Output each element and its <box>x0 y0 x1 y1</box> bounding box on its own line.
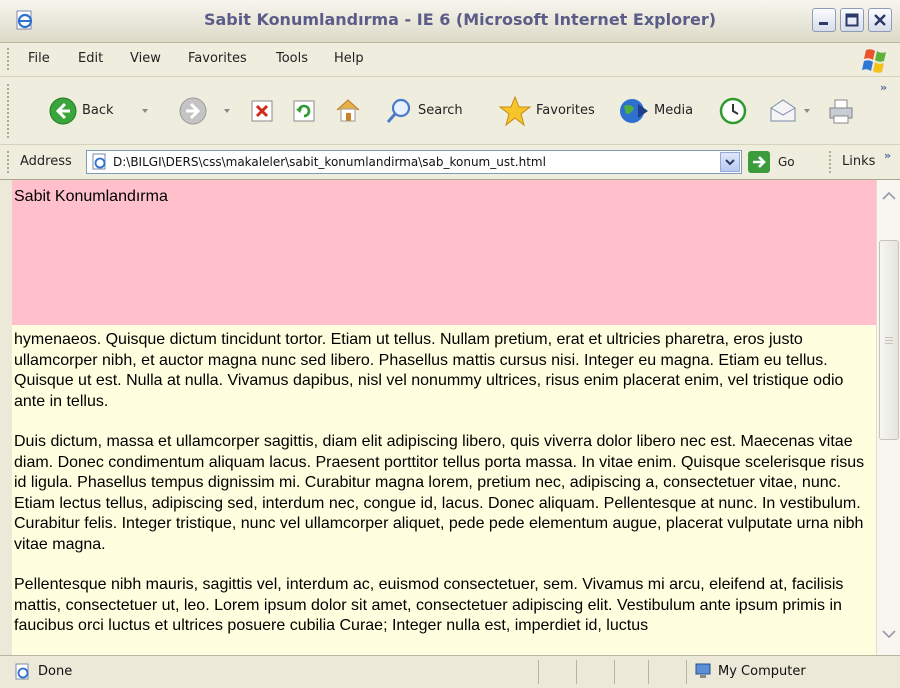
menu-view[interactable]: View <box>130 51 161 66</box>
back-label: Back <box>82 103 114 118</box>
menu-help[interactable]: Help <box>334 51 364 66</box>
scroll-up-icon[interactable] <box>881 188 897 204</box>
stop-icon <box>251 100 273 121</box>
page-content: hymenaeos. Quisque dictum tincidunt tort… <box>12 180 876 655</box>
menu-tools[interactable]: Tools <box>276 51 308 66</box>
home-button[interactable] <box>334 77 362 144</box>
forward-arrow-icon <box>179 97 207 124</box>
address-grip[interactable] <box>6 150 10 174</box>
page-icon <box>92 153 106 170</box>
security-zone: My Computer <box>718 664 806 679</box>
refresh-icon <box>293 100 315 121</box>
status-text: Done <box>38 664 73 679</box>
history-button[interactable] <box>718 77 748 144</box>
scroll-down-icon[interactable] <box>881 626 897 642</box>
home-icon <box>336 98 360 121</box>
search-icon <box>386 98 411 123</box>
favorites-button[interactable]: Favorites <box>498 77 595 144</box>
client-left-edge <box>0 180 12 655</box>
page-body: hymenaeos. Quisque dictum tincidunt tort… <box>14 330 874 655</box>
print-button[interactable] <box>826 77 856 144</box>
scroll-grip <box>885 337 893 338</box>
menu-favorites[interactable]: Favorites <box>188 51 247 66</box>
status-divider <box>538 660 539 684</box>
title-bar[interactable]: Sabit Konumlandırma - IE 6 (Microsoft In… <box>0 0 900 43</box>
favorites-star-icon <box>498 95 532 126</box>
address-dropdown-button[interactable] <box>720 152 740 172</box>
media-label: Media <box>654 103 694 118</box>
refresh-button[interactable] <box>292 77 316 144</box>
media-globe-icon <box>620 98 648 123</box>
favorites-label: Favorites <box>536 103 595 118</box>
paragraph: hymenaeos. Quisque dictum tincidunt tort… <box>14 331 844 410</box>
status-divider <box>648 660 649 684</box>
maximize-icon <box>845 13 859 27</box>
done-page-icon <box>15 663 29 680</box>
address-bar: Address D:\BILGI\DERS\css\makaleler\sabi… <box>0 145 900 180</box>
status-divider <box>614 660 615 684</box>
maximize-button[interactable] <box>840 8 864 32</box>
links-chevron-icon[interactable]: » <box>884 149 891 162</box>
go-button[interactable] <box>748 151 770 173</box>
my-computer-icon <box>695 663 711 678</box>
vertical-scrollbar[interactable] <box>876 180 900 655</box>
go-arrow-icon <box>753 156 766 168</box>
close-icon <box>874 14 886 26</box>
menu-grip[interactable] <box>6 47 10 72</box>
paragraph: Duis dictum, massa et ullamcorper sagitt… <box>14 433 865 553</box>
toolbar-grip[interactable] <box>6 83 10 139</box>
menu-edit[interactable]: Edit <box>78 51 103 66</box>
go-label[interactable]: Go <box>778 155 795 169</box>
toolbar-chevron-icon[interactable]: » <box>880 81 887 94</box>
chevron-down-icon <box>725 159 735 166</box>
scroll-thumb[interactable] <box>879 240 899 440</box>
address-input[interactable]: D:\BILGI\DERS\css\makaleler\sabit_konuml… <box>86 150 742 174</box>
minimize-icon <box>819 22 828 25</box>
history-clock-icon <box>719 97 747 124</box>
windows-logo-icon <box>862 49 886 73</box>
fixed-header-title: Sabit Konumlandırma <box>14 188 168 205</box>
minimize-button[interactable] <box>812 8 836 32</box>
stop-button[interactable] <box>250 77 274 144</box>
back-arrow-icon <box>49 97 77 124</box>
menu-file[interactable]: File <box>28 51 50 66</box>
status-bar: Done My Computer <box>0 655 900 688</box>
links-label[interactable]: Links <box>842 154 875 169</box>
back-button[interactable]: Back <box>48 77 114 144</box>
links-grip[interactable] <box>828 150 832 174</box>
mail-icon <box>770 98 796 121</box>
forward-dropdown-icon[interactable] <box>224 109 230 113</box>
mail-button[interactable] <box>768 77 798 144</box>
ie-window: Sabit Konumlandırma - IE 6 (Microsoft In… <box>0 0 900 688</box>
fixed-header: Sabit Konumlandırma <box>12 180 876 325</box>
media-button[interactable]: Media <box>618 77 693 144</box>
paragraph: Pellentesque nibh mauris, sagittis vel, … <box>14 576 844 634</box>
close-button[interactable] <box>868 8 892 32</box>
status-divider <box>576 660 577 684</box>
standard-toolbar: » Back Search Favorites Media <box>0 77 900 145</box>
window-title: Sabit Konumlandırma - IE 6 (Microsoft In… <box>203 10 717 29</box>
address-url[interactable]: D:\BILGI\DERS\css\makaleler\sabit_konuml… <box>113 155 546 169</box>
address-label: Address <box>20 154 72 169</box>
search-button[interactable]: Search <box>384 77 463 144</box>
print-icon <box>829 99 853 123</box>
forward-button[interactable] <box>178 77 208 144</box>
back-dropdown-icon[interactable] <box>142 109 148 113</box>
menu-bar: File Edit View Favorites Tools Help <box>0 43 900 77</box>
mail-dropdown-icon[interactable] <box>804 109 810 113</box>
search-label: Search <box>418 103 463 118</box>
status-divider <box>686 660 687 684</box>
